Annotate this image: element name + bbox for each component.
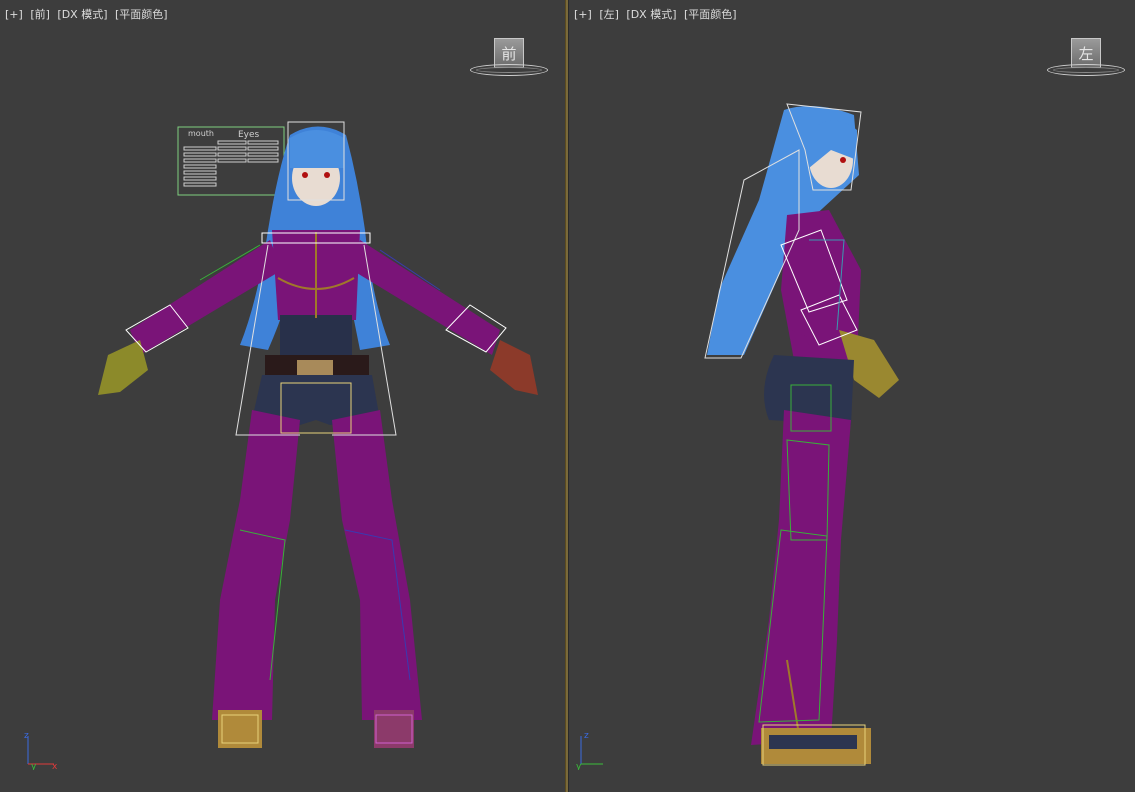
axis-x-label: x: [52, 762, 58, 770]
axis-z-label: z: [24, 731, 29, 741]
axis-y-label: y: [576, 762, 582, 770]
front-viewport[interactable]: [+] [前] [DX 模式] [平面颜色] 前 mouth Eyes z y …: [0, 0, 565, 792]
front-character-model[interactable]: mouth Eyes: [0, 0, 565, 792]
mouth-label: mouth: [188, 129, 214, 138]
eyes-label: Eyes: [238, 130, 260, 140]
axis-z-label: z: [584, 731, 589, 741]
axis-y-label: y: [31, 762, 37, 770]
side-character-model[interactable]: [569, 0, 1135, 792]
axis-gizmo: z y x: [22, 730, 62, 772]
axis-gizmo: z y: [575, 730, 615, 772]
facial-control-panel[interactable]: mouth Eyes: [177, 126, 285, 196]
left-viewport[interactable]: [+] [左] [DX 模式] [平面颜色] 左 z y: [569, 0, 1135, 792]
